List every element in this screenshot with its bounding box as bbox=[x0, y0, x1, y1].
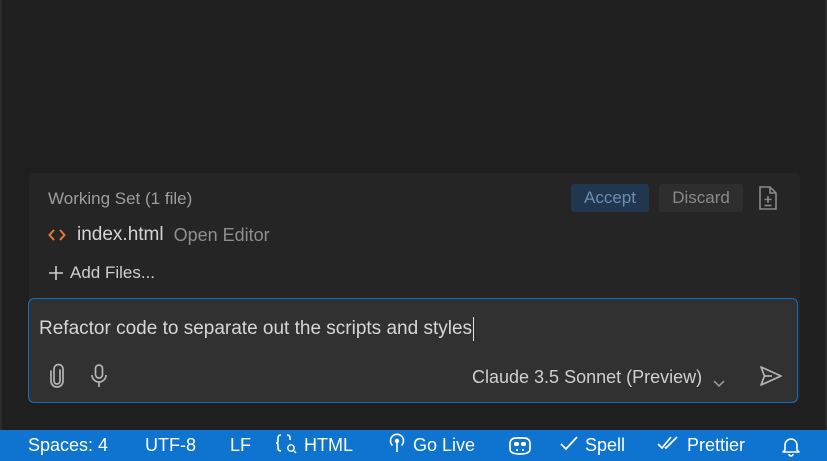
plus-icon bbox=[48, 265, 64, 281]
status-prettier[interactable]: Prettier bbox=[657, 430, 745, 461]
status-encoding[interactable]: UTF-8 bbox=[145, 430, 196, 461]
add-files-label: Add Files... bbox=[70, 263, 156, 282]
working-set-file-row[interactable]: index.html Open Editor bbox=[48, 223, 270, 247]
bell-icon[interactable] bbox=[780, 430, 808, 461]
spell-label: Spell bbox=[585, 435, 626, 455]
status-eol[interactable]: LF bbox=[230, 430, 251, 461]
double-check-icon bbox=[657, 434, 687, 457]
language-label: HTML bbox=[304, 435, 353, 455]
working-set-header: Working Set (1 file) bbox=[48, 189, 193, 208]
open-editor-link[interactable]: Open Editor bbox=[174, 225, 270, 246]
model-name: Claude 3.5 Sonnet (Preview) bbox=[472, 366, 703, 387]
prettier-label: Prettier bbox=[687, 435, 746, 455]
check-icon bbox=[559, 434, 585, 457]
code-icon bbox=[48, 227, 66, 243]
chevron-down-icon bbox=[712, 372, 726, 388]
status-spaces[interactable]: Spaces: 4 bbox=[28, 430, 108, 461]
braces-icon bbox=[274, 432, 304, 459]
accept-button[interactable]: Accept bbox=[571, 184, 649, 212]
go-live-label: Go Live bbox=[413, 435, 476, 455]
editor-area: Working Set (1 file) Accept Discard inde… bbox=[0, 0, 827, 430]
paperclip-icon[interactable] bbox=[46, 363, 68, 389]
send-icon[interactable] bbox=[758, 364, 784, 388]
broadcast-icon bbox=[387, 432, 413, 459]
status-spell[interactable]: Spell bbox=[559, 430, 625, 461]
chat-input[interactable]: Refactor code to separate out the script… bbox=[39, 317, 475, 341]
status-language[interactable]: HTML bbox=[274, 430, 353, 461]
text-caret bbox=[473, 317, 475, 341]
document-add-icon[interactable] bbox=[756, 184, 780, 212]
status-go-live[interactable]: Go Live bbox=[387, 430, 475, 461]
chat-input-box[interactable]: Refactor code to separate out the script… bbox=[28, 298, 798, 403]
discard-button[interactable]: Discard bbox=[659, 184, 743, 212]
file-name[interactable]: index.html bbox=[77, 224, 164, 246]
add-files-button[interactable]: Add Files... bbox=[48, 261, 155, 285]
left-border bbox=[0, 0, 2, 430]
chat-input-value: Refactor code to separate out the script… bbox=[39, 318, 473, 340]
microphone-icon[interactable] bbox=[88, 363, 110, 389]
copilot-icon[interactable] bbox=[507, 430, 539, 461]
model-picker[interactable]: Claude 3.5 Sonnet (Preview) bbox=[472, 365, 726, 389]
status-bar: Spaces: 4 UTF-8 LF HTML Go Live Spell Pr… bbox=[0, 430, 827, 461]
